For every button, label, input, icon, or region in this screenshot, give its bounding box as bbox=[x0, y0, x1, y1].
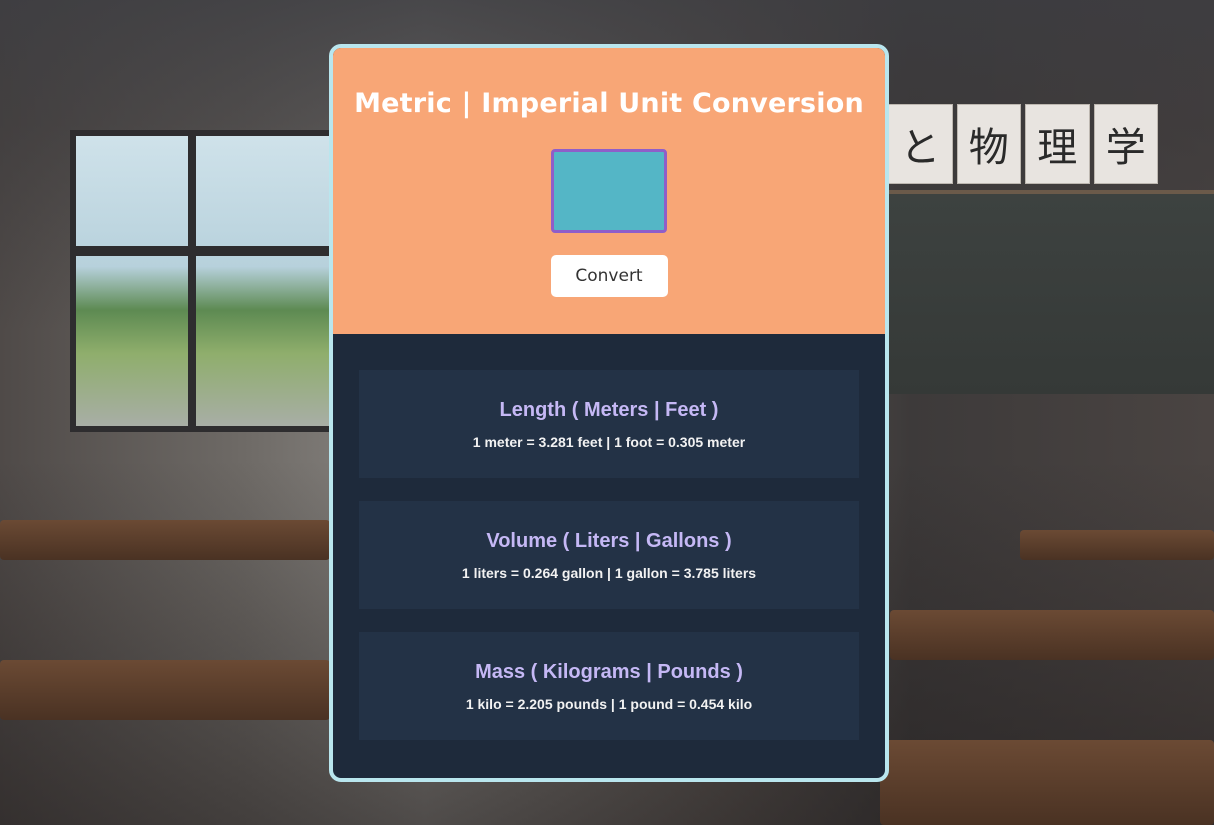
banner-char: と bbox=[888, 104, 953, 184]
banner-char: 学 bbox=[1093, 104, 1158, 184]
conversion-detail: 1 meter = 3.281 feet | 1 foot = 0.305 me… bbox=[472, 434, 746, 450]
background-desk bbox=[1020, 530, 1214, 560]
window-mullion bbox=[76, 246, 336, 256]
volume-conversion-box: Volume ( Liters | Gallons ) 1 liters = 0… bbox=[359, 501, 859, 609]
conversion-title: Mass ( Kilograms | Pounds ) bbox=[475, 661, 743, 683]
conversion-title: Volume ( Liters | Gallons ) bbox=[486, 530, 732, 552]
conversion-detail: 1 liters = 0.264 gallon | 1 gallon = 3.7… bbox=[461, 565, 757, 581]
background-banner: と 物 理 学 bbox=[888, 104, 1158, 184]
background-window bbox=[70, 130, 342, 432]
background-desk bbox=[880, 740, 1214, 825]
value-input-container[interactable] bbox=[551, 149, 668, 233]
background-desk bbox=[890, 610, 1214, 660]
banner-char: 理 bbox=[1025, 104, 1090, 184]
mass-conversion-box: Mass ( Kilograms | Pounds ) 1 kilo = 2.2… bbox=[359, 632, 859, 740]
background-chalkboard bbox=[888, 190, 1214, 394]
background-desk bbox=[0, 520, 330, 560]
conversion-title: Length ( Meters | Feet ) bbox=[499, 399, 719, 421]
length-conversion-box: Length ( Meters | Feet ) 1 meter = 3.281… bbox=[359, 370, 859, 478]
converter-card: Metric | Imperial Unit Conversion Conver… bbox=[329, 44, 889, 782]
background-desk bbox=[0, 660, 330, 720]
banner-char: 物 bbox=[956, 104, 1021, 184]
results-panel: Length ( Meters | Feet ) 1 meter = 3.281… bbox=[333, 334, 885, 740]
window-mullion bbox=[188, 136, 196, 426]
conversion-detail: 1 kilo = 2.205 pounds | 1 pound = 0.454 … bbox=[465, 696, 753, 712]
convert-button[interactable]: Convert bbox=[550, 255, 668, 297]
converter-header: Metric | Imperial Unit Conversion Conver… bbox=[333, 48, 885, 334]
value-input[interactable] bbox=[554, 152, 668, 232]
page-title: Metric | Imperial Unit Conversion bbox=[354, 88, 864, 119]
